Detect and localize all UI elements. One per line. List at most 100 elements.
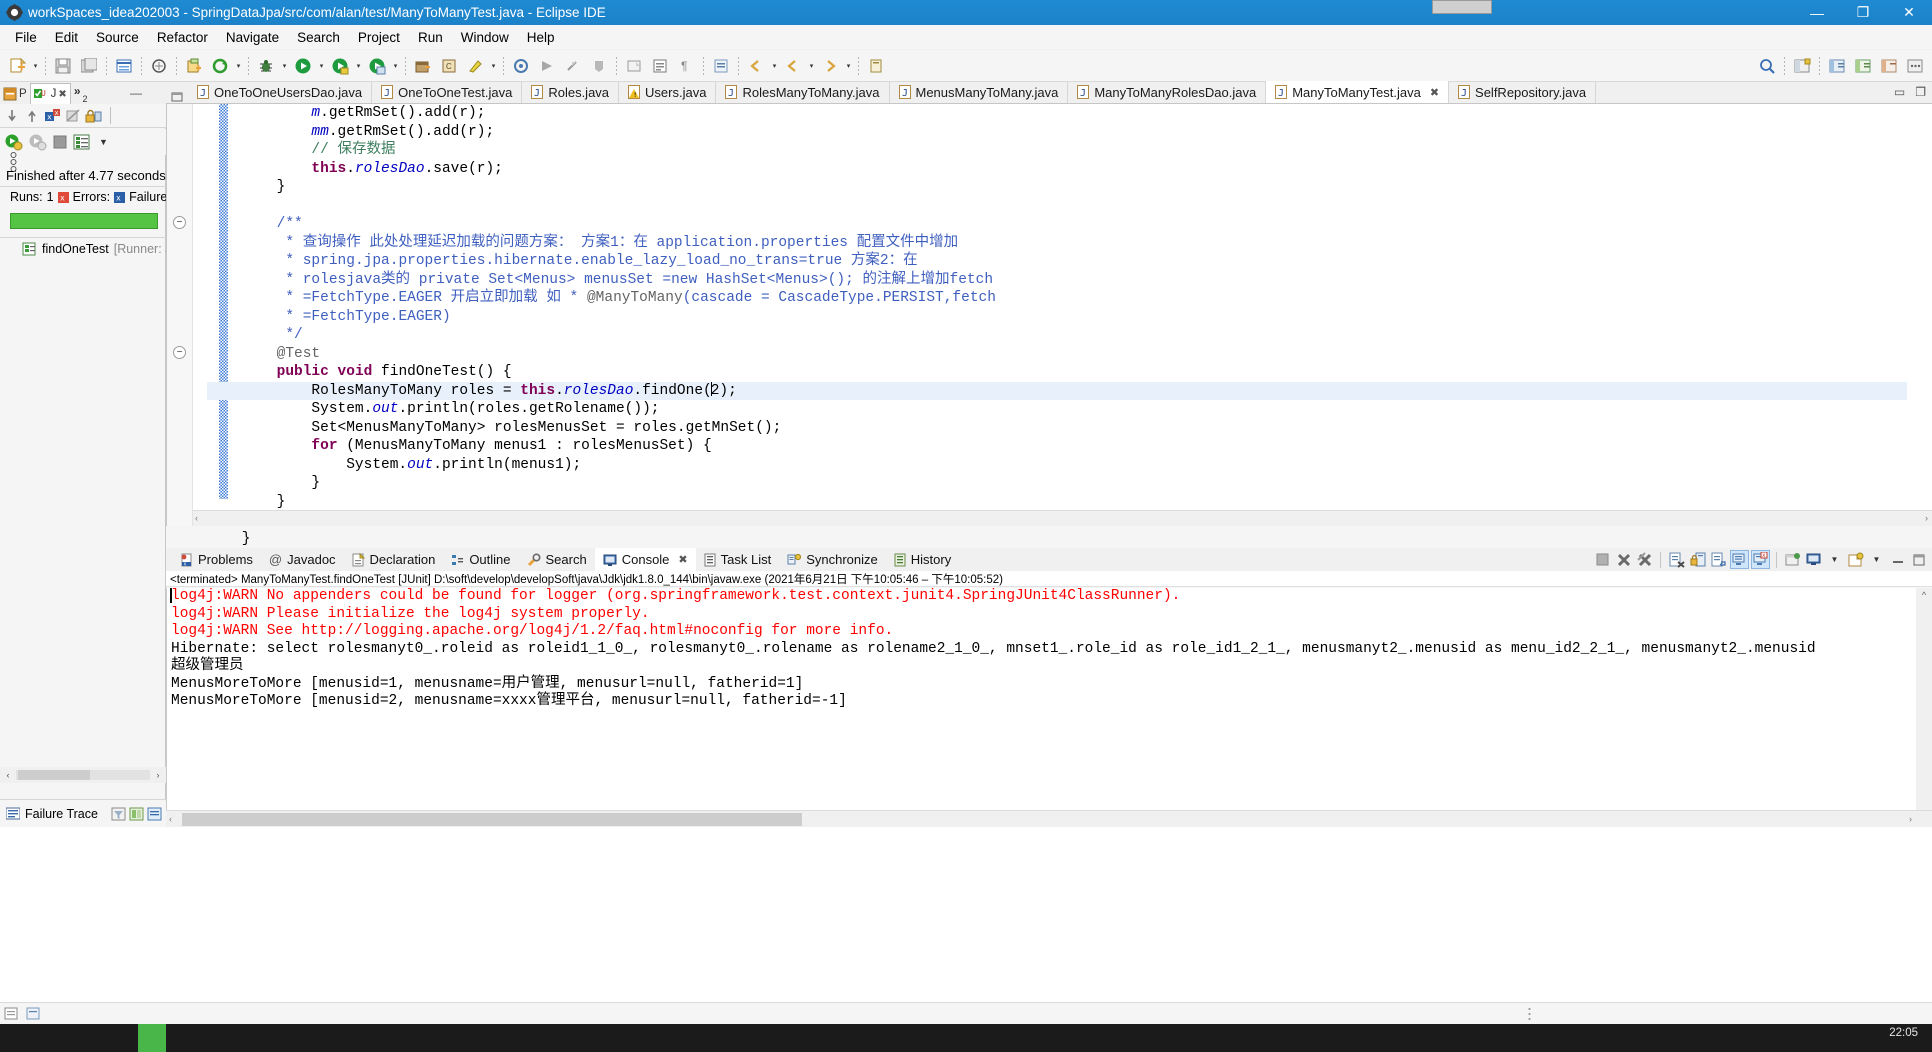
editor-maximize-button[interactable]: ❐ xyxy=(1915,85,1926,99)
editor-fold-gutter[interactable]: − − xyxy=(167,104,193,526)
menu-refactor[interactable]: Refactor xyxy=(148,28,217,47)
open-perspective-icon[interactable] xyxy=(1790,54,1814,78)
bottom-tab-task-list[interactable]: Task List xyxy=(696,548,780,571)
scroll-lock-icon[interactable] xyxy=(1688,550,1707,569)
show-console-on-error-icon[interactable]: x xyxy=(1751,550,1770,569)
save-icon[interactable] xyxy=(51,54,75,78)
maximize-icon[interactable] xyxy=(1909,550,1928,569)
next-failure-icon[interactable] xyxy=(4,108,20,124)
status-bar-drag-handle[interactable] xyxy=(1528,1007,1531,1021)
new-class-dropdown-icon[interactable]: ▾ xyxy=(488,54,499,78)
code-line[interactable]: * =FetchType.EAGER) xyxy=(207,308,1907,327)
refresh-icon[interactable] xyxy=(208,54,232,78)
bottom-tab-declaration[interactable]: Declaration xyxy=(344,548,444,571)
taskbar-app-icon[interactable] xyxy=(138,1024,166,1052)
view-tab-package-explorer[interactable]: P xyxy=(0,83,30,104)
remove-launch-icon[interactable] xyxy=(1614,550,1633,569)
code-line[interactable]: mm.getRmSet().add(r); xyxy=(207,123,1907,142)
open-console-icon[interactable] xyxy=(1846,550,1865,569)
code-line[interactable]: this.rolesDao.save(r); xyxy=(207,160,1907,179)
coverage-dropdown-icon[interactable]: ▾ xyxy=(353,54,364,78)
show-whitespace-icon[interactable]: ¶ xyxy=(674,54,698,78)
search-icon[interactable] xyxy=(1755,54,1779,78)
editor-annotation-ruler[interactable] xyxy=(193,104,228,526)
fold-collapse-icon[interactable]: − xyxy=(173,346,186,359)
bottom-tab-javadoc[interactable]: @ Javadoc xyxy=(261,548,344,571)
close-icon[interactable]: ✖ xyxy=(678,553,687,566)
close-button[interactable]: ✕ xyxy=(1886,0,1932,25)
display-selected-console-icon[interactable] xyxy=(1804,550,1823,569)
external-tools-icon[interactable] xyxy=(509,54,533,78)
stop-junit-icon[interactable] xyxy=(65,108,81,124)
scroll-right-icon[interactable]: › xyxy=(150,770,166,780)
bottom-tab-problems[interactable]: x Problems xyxy=(172,548,261,571)
run-dropdown-icon[interactable]: ▾ xyxy=(316,54,327,78)
perspective-more-icon[interactable] xyxy=(1903,54,1927,78)
code-line[interactable]: } xyxy=(207,474,1907,493)
editor-tab-rolesmanytomany[interactable]: J RolesManyToMany.java xyxy=(716,81,890,103)
junit-scroll-thumb[interactable] xyxy=(18,770,90,780)
pin-console-icon[interactable] xyxy=(1783,550,1802,569)
scroll-right-icon[interactable]: › xyxy=(1909,814,1912,824)
scroll-left-icon[interactable]: ‹ xyxy=(0,770,16,780)
editor-minimize-button[interactable]: ▭ xyxy=(1894,85,1905,99)
editor-tab-selfrepository[interactable]: J SelfRepository.java xyxy=(1449,81,1597,103)
editor-tab-users[interactable]: ! Users.java xyxy=(619,81,717,103)
terminate-icon[interactable] xyxy=(1593,550,1612,569)
editor-restore-icon[interactable] xyxy=(166,90,188,103)
debug-icon[interactable] xyxy=(254,54,278,78)
scroll-left-icon[interactable]: ‹ xyxy=(195,513,198,523)
forward-icon[interactable] xyxy=(818,54,842,78)
minimize-button[interactable]: — xyxy=(1794,0,1840,25)
bottom-tab-synchronize[interactable]: Synchronize xyxy=(779,548,886,571)
menu-run[interactable]: Run xyxy=(409,28,452,47)
code-line[interactable]: @Test xyxy=(207,345,1907,364)
refresh-dropdown-icon[interactable]: ▾ xyxy=(233,54,244,78)
code-content[interactable]: m.getRmSet().add(r); mm.getRmSet().add(r… xyxy=(207,104,1907,548)
lock-icon[interactable] xyxy=(85,108,102,124)
remove-all-terminated-icon[interactable] xyxy=(1635,550,1654,569)
new-java-project-icon[interactable] xyxy=(182,54,206,78)
scroll-left-icon[interactable]: ‹ xyxy=(169,814,172,824)
editor-tab-onetooneusersdao[interactable]: J OneToOneUsersDao.java xyxy=(188,81,373,103)
menu-file[interactable]: File xyxy=(6,28,46,47)
new-class-icon[interactable]: C xyxy=(437,54,461,78)
scroll-up-icon[interactable]: ^ xyxy=(1916,590,1932,600)
previous-edit-icon[interactable] xyxy=(744,54,768,78)
taskbar-clock[interactable]: 22:05 xyxy=(1889,1027,1918,1039)
new-package-icon[interactable] xyxy=(411,54,435,78)
new-wizard-dropdown-icon[interactable]: ▾ xyxy=(30,54,41,78)
open-type-icon[interactable] xyxy=(147,54,171,78)
open-task-icon[interactable] xyxy=(709,54,733,78)
code-line[interactable]: } xyxy=(207,178,1907,197)
junit-horizontal-scrollbar[interactable]: ‹ › xyxy=(0,767,166,783)
skip-breakpoints-icon[interactable] xyxy=(535,54,559,78)
code-line[interactable]: m.getRmSet().add(r); xyxy=(207,104,1907,123)
console-horizontal-scrollbar[interactable]: ‹ › xyxy=(166,810,1932,827)
show-failures-only-icon[interactable]: xx xyxy=(44,108,61,124)
code-editor[interactable]: − − m.getRmSet().add(r); mm.getRmSet().a… xyxy=(166,104,1932,547)
previous-failure-icon[interactable] xyxy=(24,108,40,124)
menu-help[interactable]: Help xyxy=(518,28,564,47)
toggle-mark-occurrences-icon[interactable] xyxy=(648,54,672,78)
fold-collapse-icon[interactable]: − xyxy=(173,216,186,229)
editor-horizontal-scrollbar[interactable]: ‹ › xyxy=(193,510,1932,526)
filter-stack-trace-icon[interactable] xyxy=(111,807,126,821)
view-tab-overflow[interactable]: » 2 xyxy=(71,83,91,104)
code-line[interactable] xyxy=(207,197,1907,216)
bottom-tab-history[interactable]: History xyxy=(886,548,959,571)
previous-edit-dropdown-icon[interactable]: ▾ xyxy=(769,54,780,78)
code-line[interactable]: RolesManyToMany roles = this.rolesDao.fi… xyxy=(207,381,1907,400)
clear-console-icon[interactable] xyxy=(1667,550,1686,569)
bottom-tab-search[interactable]: Search xyxy=(519,548,595,571)
editor-tab-roles[interactable]: J Roles.java xyxy=(522,81,620,103)
run-coverage-icon[interactable] xyxy=(365,54,389,78)
new-wizard-icon[interactable] xyxy=(5,54,29,78)
minimize-icon[interactable] xyxy=(1888,550,1907,569)
run-as-coverage-icon[interactable] xyxy=(328,54,352,78)
code-line[interactable]: * =FetchType.EAGER 开启立即加载 如 * @ManyToMan… xyxy=(207,289,1907,308)
code-line[interactable]: */ xyxy=(207,326,1907,345)
code-line[interactable]: Set<MenusManyToMany> rolesMenusSet = rol… xyxy=(207,419,1907,438)
word-wrap-icon[interactable] xyxy=(1709,550,1728,569)
code-line[interactable]: * spring.jpa.properties.hibernate.enable… xyxy=(207,252,1907,271)
